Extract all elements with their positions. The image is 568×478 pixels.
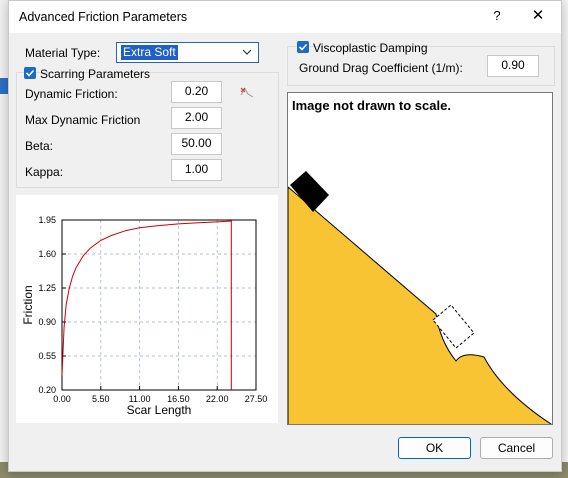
viscoplastic-damping-checkbox[interactable]	[297, 41, 309, 53]
reset-icon[interactable]	[239, 85, 255, 99]
y-tick-label: 1.60	[38, 249, 56, 259]
ground-drag-label: Ground Drag Coefficient (1/m):	[299, 61, 463, 75]
close-icon[interactable]: ✕	[529, 6, 547, 24]
plot-frame	[61, 219, 257, 391]
slope-drawing	[288, 171, 552, 424]
advanced-friction-dialog: Advanced Friction Parameters ? ✕ Materia…	[8, 0, 562, 472]
y-tick-label: 0.90	[38, 317, 56, 327]
slope-preview: Image not drawn to scale.	[287, 92, 553, 425]
material-type-value: Extra Soft	[121, 45, 178, 60]
beta-label: Beta:	[25, 139, 54, 153]
beta-input[interactable]: 50.00	[171, 133, 222, 155]
ok-button[interactable]: OK	[398, 437, 471, 459]
material-type-label: Material Type:	[25, 46, 101, 60]
dialog-title: Advanced Friction Parameters	[19, 10, 188, 24]
checkmark-icon	[25, 69, 35, 77]
dynamic-friction-label: Dynamic Friction:	[25, 87, 118, 101]
x-tick-label: 22.00	[206, 394, 229, 404]
max-dynamic-friction-label: Max Dynamic Friction	[25, 113, 141, 127]
kappa-input[interactable]: 1.00	[171, 159, 222, 181]
title-bar[interactable]: Advanced Friction Parameters ? ✕	[9, 1, 561, 33]
scarring-parameters-checkbox[interactable]	[24, 67, 36, 79]
kappa-label: Kappa:	[25, 165, 64, 179]
y-axis-label: Friction	[21, 285, 35, 324]
friction-chart: 0.00 5.50 11.00 16.50 22.00 27.500.200.550.90…	[21, 215, 268, 417]
max-dynamic-friction-input[interactable]: 2.00	[171, 107, 222, 129]
ground-drag-input[interactable]: 0.90	[487, 55, 539, 77]
scarring-parameters-label: Scarring Parameters	[40, 67, 151, 81]
friction-curve	[61, 220, 232, 390]
y-tick-label: 0.55	[38, 351, 56, 361]
friction-chart-panel: 0.00 5.50 11.00 16.50 22.00 27.50 0.20 0.55 0.90…	[16, 195, 278, 423]
help-icon[interactable]: ?	[489, 8, 505, 24]
checkmark-icon	[298, 43, 308, 51]
viscoplastic-damping-label: Viscoplastic Damping	[313, 41, 428, 55]
x-tick-label: 27.50	[245, 394, 268, 404]
y-tick-label: 1.25	[38, 283, 56, 293]
dynamic-friction-input[interactable]: 0.20	[171, 81, 222, 103]
material-type-select[interactable]: Extra Soft	[116, 42, 259, 63]
chevron-down-icon	[242, 49, 252, 55]
x-tick-label: 0.00	[53, 394, 71, 404]
cancel-button[interactable]: Cancel	[480, 437, 553, 459]
y-tick-label: 0.20	[38, 385, 56, 395]
y-tick-label: 1.95	[38, 215, 56, 225]
x-axis-label: Scar Length	[127, 403, 192, 417]
slope-ground	[288, 186, 552, 424]
x-tick-label: 5.50	[92, 394, 110, 404]
